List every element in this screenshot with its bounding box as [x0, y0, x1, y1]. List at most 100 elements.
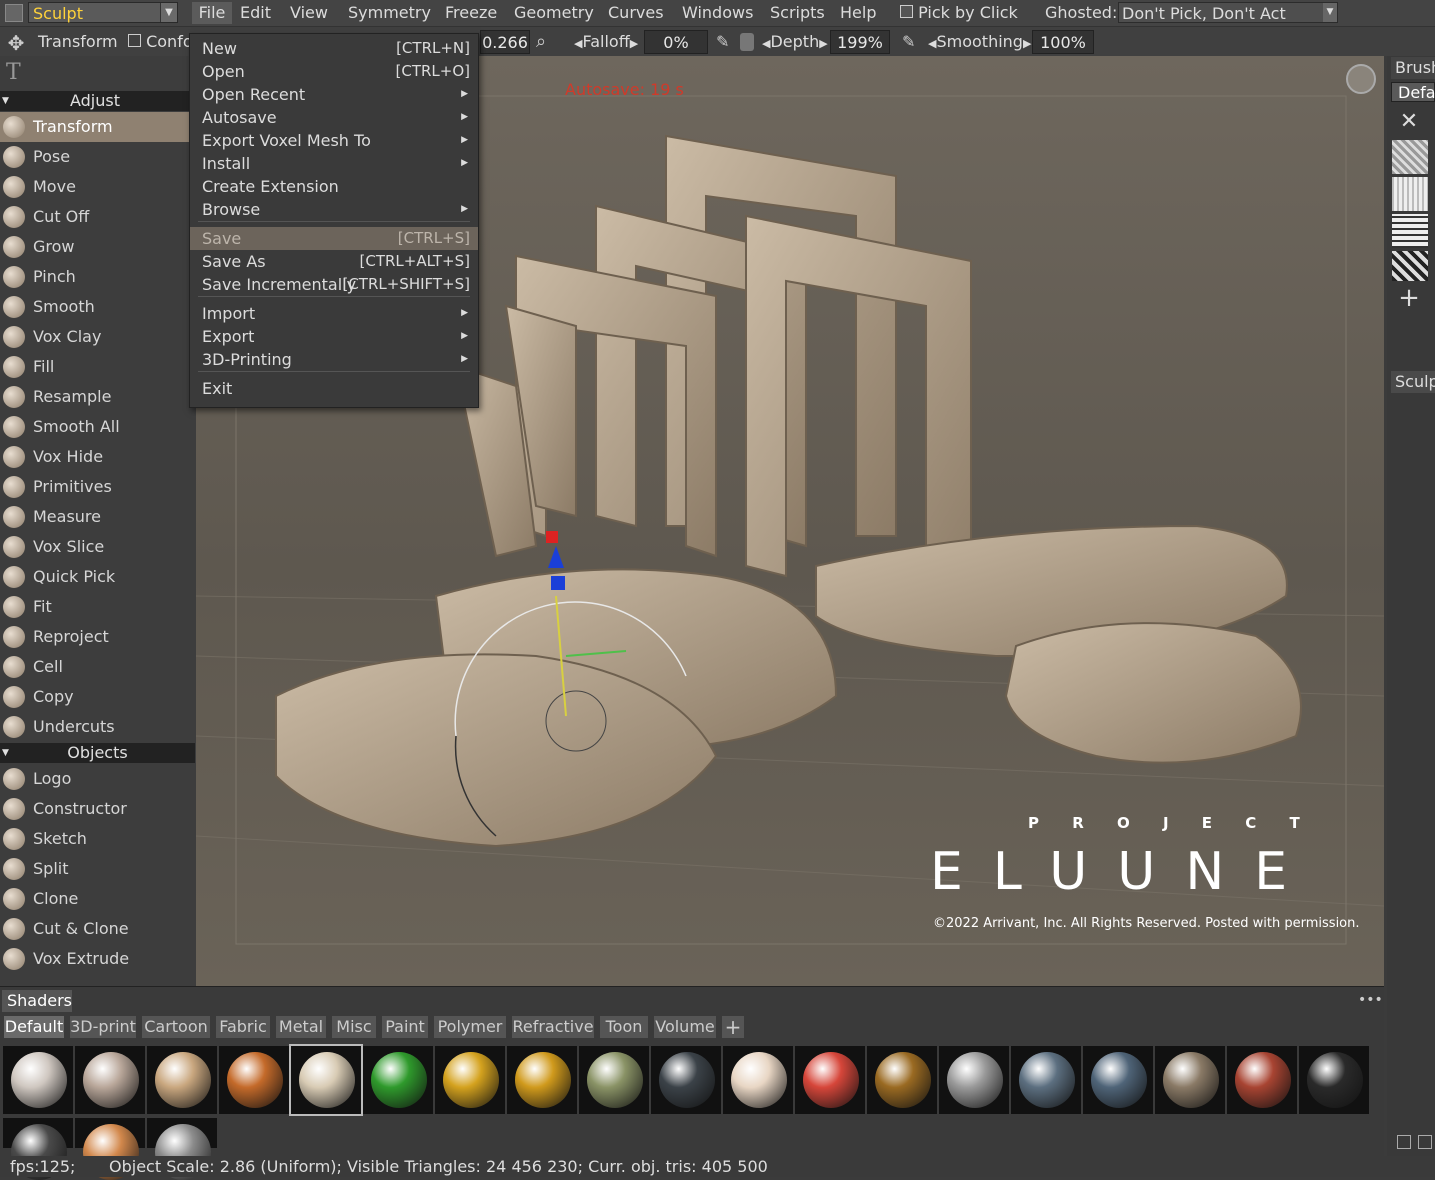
radius-field[interactable]: 0.266: [480, 30, 530, 54]
menu-edit[interactable]: Edit: [240, 2, 271, 24]
file-menu-save[interactable]: Save [CTRL+S]: [190, 227, 478, 250]
tool-split[interactable]: Split: [0, 854, 190, 884]
tool-resample[interactable]: Resample: [0, 382, 190, 412]
file-menu-save-incrementally[interactable]: Save Incrementally [CTRL+SHIFT+S]: [190, 273, 478, 296]
file-menu-import[interactable]: Import ▶: [190, 302, 478, 325]
tool-vox-extrude[interactable]: Vox Extrude: [0, 944, 190, 974]
shader-preview[interactable]: [939, 1046, 1009, 1114]
shader-preview[interactable]: [3, 1046, 73, 1114]
add-icon[interactable]: +: [1397, 285, 1421, 311]
shader-tab-fabric[interactable]: Fabric: [216, 1016, 270, 1038]
tool-cut-clone[interactable]: Cut & Clone: [0, 914, 190, 944]
shader-tab-metal[interactable]: Metal: [276, 1016, 326, 1038]
menu-help[interactable]: Help: [840, 2, 876, 24]
menu-windows[interactable]: Windows: [682, 2, 753, 24]
smoothing-label[interactable]: ◀Smoothing▶: [928, 31, 1031, 53]
shader-preview[interactable]: [1227, 1046, 1297, 1114]
shader-preview[interactable]: [507, 1046, 577, 1114]
tool-primitives[interactable]: Primitives: [0, 472, 190, 502]
room-selector[interactable]: Sculpt ▼: [28, 2, 178, 23]
alpha-swatch[interactable]: [1392, 140, 1428, 174]
shaders-title[interactable]: Shaders: [2, 990, 72, 1012]
shader-preview[interactable]: [435, 1046, 505, 1114]
close-icon[interactable]: ✕: [1397, 110, 1421, 134]
file-menu-open-recent[interactable]: Open Recent ▶: [190, 83, 478, 106]
section-objects-header[interactable]: ▼ Objects: [0, 743, 195, 763]
tool-logo[interactable]: Logo: [0, 764, 190, 794]
tool-sketch[interactable]: Sketch: [0, 824, 190, 854]
brush-tab[interactable]: Brush: [1391, 57, 1435, 79]
menu-symmetry[interactable]: Symmetry: [348, 2, 431, 24]
shader-tab-3d-print[interactable]: 3D-print: [70, 1016, 136, 1038]
tool-smooth-all[interactable]: Smooth All: [0, 412, 190, 442]
brush-default-field[interactable]: Defau: [1391, 82, 1435, 102]
shader-preview[interactable]: [219, 1046, 289, 1114]
pen-icon[interactable]: ✎: [716, 31, 736, 53]
shader-preview[interactable]: [795, 1046, 865, 1114]
menu-geometry[interactable]: Geometry: [514, 2, 594, 24]
tool-vox-clay[interactable]: Vox Clay: [0, 322, 190, 352]
sculpt-tab[interactable]: Sculp: [1391, 371, 1435, 393]
falloff-label[interactable]: ◀Falloff▶: [574, 31, 638, 53]
shader-preview[interactable]: [1011, 1046, 1081, 1114]
shader-tab-polymer[interactable]: Polymer: [434, 1016, 506, 1038]
file-menu-create-extension[interactable]: Create Extension: [190, 175, 478, 198]
file-menu-open[interactable]: Open [CTRL+O]: [190, 60, 478, 83]
more-options-icon[interactable]: •••: [1358, 990, 1383, 1010]
tool-pinch[interactable]: Pinch: [0, 262, 190, 292]
tool-grow[interactable]: Grow: [0, 232, 190, 262]
shader-tab-default[interactable]: Default: [4, 1016, 64, 1038]
alpha-swatch[interactable]: [1392, 251, 1428, 281]
alpha-swatch[interactable]: [1392, 177, 1428, 211]
lock-icon[interactable]: [740, 33, 754, 51]
tool-fill[interactable]: Fill: [0, 352, 190, 382]
tool-vox-hide[interactable]: Vox Hide: [0, 442, 190, 472]
shader-preview[interactable]: [75, 1046, 145, 1114]
shader-tab-misc[interactable]: Misc: [332, 1016, 376, 1038]
tool-transform[interactable]: Transform: [0, 112, 190, 142]
falloff-field[interactable]: 0%: [644, 30, 708, 54]
shader-preview[interactable]: [1083, 1046, 1153, 1114]
alpha-swatch[interactable]: [1392, 214, 1428, 248]
tool-cell[interactable]: Cell: [0, 652, 190, 682]
menu-view[interactable]: View: [290, 2, 328, 24]
shader-preview[interactable]: [1155, 1046, 1225, 1114]
tool-reproject[interactable]: Reproject: [0, 622, 190, 652]
file-menu-export[interactable]: Export ▶: [190, 325, 478, 348]
depth-field[interactable]: 199%: [830, 30, 890, 54]
depth-label[interactable]: ◀Depth▶: [762, 31, 828, 53]
tool-quick-pick[interactable]: Quick Pick: [0, 562, 190, 592]
shader-tab-toon[interactable]: Toon: [600, 1016, 648, 1038]
file-menu-save-as[interactable]: Save As [CTRL+ALT+S]: [190, 250, 478, 273]
tool-vox-slice[interactable]: Vox Slice: [0, 532, 190, 562]
menu-file[interactable]: File: [192, 2, 232, 24]
file-menu-export-voxel-mesh-to[interactable]: Export Voxel Mesh To ▶: [190, 129, 478, 152]
shader-preview[interactable]: [867, 1046, 937, 1114]
shader-preview[interactable]: [75, 1118, 145, 1180]
file-menu-exit[interactable]: Exit: [190, 377, 478, 400]
ghosted-select[interactable]: Don't Pick, Don't Act ▼: [1118, 2, 1338, 23]
file-menu-install[interactable]: Install ▶: [190, 152, 478, 175]
shader-preview[interactable]: [3, 1118, 73, 1180]
pick-by-click-toggle[interactable]: Pick by Click: [900, 2, 1018, 24]
shader-preview[interactable]: [723, 1046, 793, 1114]
shader-preview[interactable]: [651, 1046, 721, 1114]
room-icon[interactable]: [5, 4, 23, 22]
menu-freeze[interactable]: Freeze: [445, 2, 497, 24]
shader-preview[interactable]: [147, 1118, 217, 1180]
file-menu-new[interactable]: New [CTRL+N]: [190, 37, 478, 60]
magnifier-icon[interactable]: ⌕: [536, 31, 558, 53]
shader-tab-cartoon[interactable]: Cartoon: [142, 1016, 210, 1038]
shader-preview[interactable]: [147, 1046, 217, 1114]
shader-preview[interactable]: [1299, 1046, 1369, 1114]
section-adjust-header[interactable]: ▼ Adjust: [0, 91, 190, 111]
file-menu-browse[interactable]: Browse ▶: [190, 198, 478, 221]
tool-clone[interactable]: Clone: [0, 884, 190, 914]
add-shader-category-button[interactable]: +: [722, 1016, 744, 1038]
file-menu-3d-printing[interactable]: 3D-Printing ▶: [190, 348, 478, 371]
tool-constructor[interactable]: Constructor: [0, 794, 190, 824]
tool-cut-off[interactable]: Cut Off: [0, 202, 190, 232]
pen-icon[interactable]: ✎: [902, 31, 922, 53]
file-menu-autosave[interactable]: Autosave ▶: [190, 106, 478, 129]
text-tool-icon[interactable]: T: [6, 60, 46, 86]
